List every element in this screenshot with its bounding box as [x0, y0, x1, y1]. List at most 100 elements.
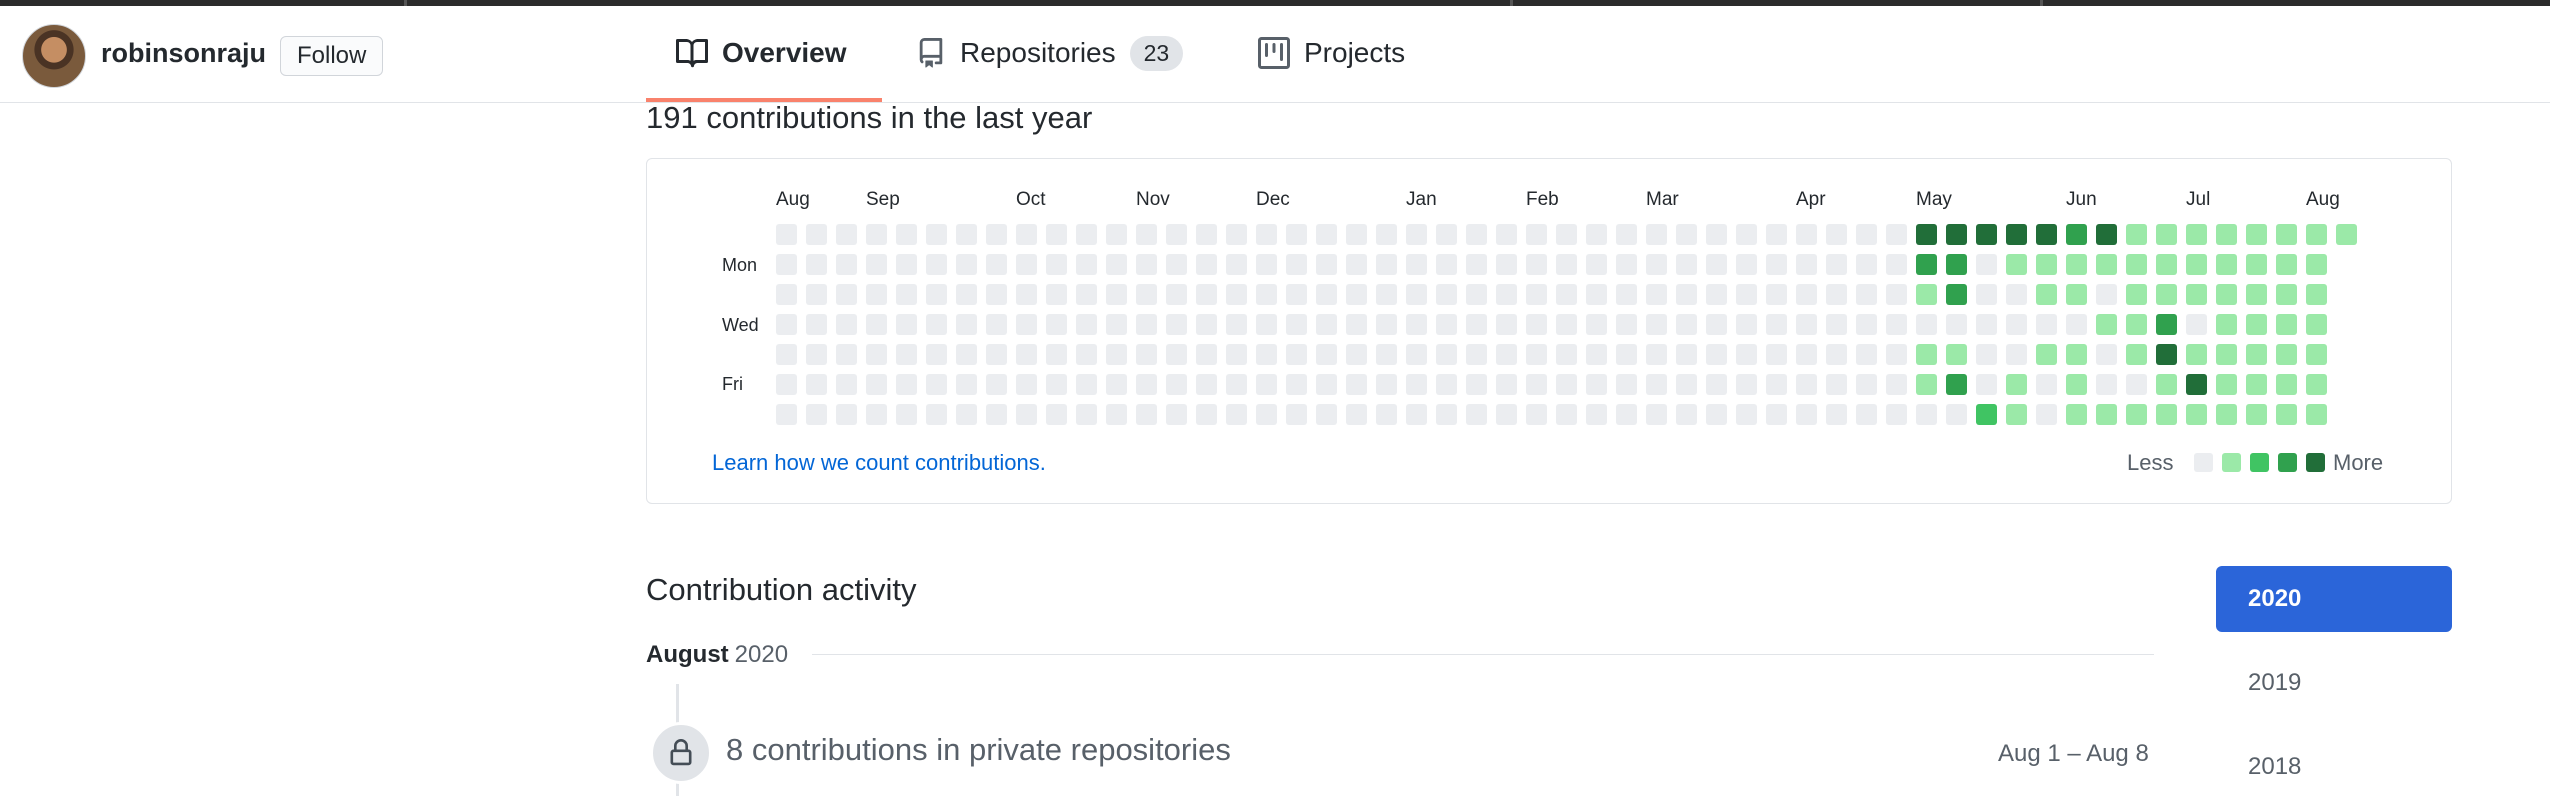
- contribution-day-cell[interactable]: [1166, 284, 1187, 305]
- contribution-day-cell[interactable]: [2186, 224, 2207, 245]
- contribution-day-cell[interactable]: [1286, 284, 1307, 305]
- contribution-day-cell[interactable]: [1496, 254, 1517, 275]
- contribution-day-cell[interactable]: [2276, 404, 2297, 425]
- contribution-day-cell[interactable]: [1826, 374, 1847, 395]
- contribution-day-cell[interactable]: [1076, 404, 1097, 425]
- contribution-day-cell[interactable]: [836, 254, 857, 275]
- contribution-day-cell[interactable]: [776, 224, 797, 245]
- contribution-day-cell[interactable]: [1016, 314, 1037, 335]
- year-button-2019[interactable]: 2019: [2216, 650, 2452, 716]
- contribution-day-cell[interactable]: [1826, 284, 1847, 305]
- contribution-day-cell[interactable]: [956, 224, 977, 245]
- contribution-day-cell[interactable]: [2126, 374, 2147, 395]
- contribution-day-cell[interactable]: [1286, 224, 1307, 245]
- contribution-day-cell[interactable]: [1676, 404, 1697, 425]
- contribution-day-cell[interactable]: [836, 314, 857, 335]
- contribution-day-cell[interactable]: [1376, 404, 1397, 425]
- contribution-day-cell[interactable]: [1736, 314, 1757, 335]
- contribution-day-cell[interactable]: [1526, 254, 1547, 275]
- contribution-day-cell[interactable]: [1586, 254, 1607, 275]
- contribution-day-cell[interactable]: [1766, 284, 1787, 305]
- contribution-day-cell[interactable]: [1376, 344, 1397, 365]
- contribution-day-cell[interactable]: [1196, 254, 1217, 275]
- contribution-day-cell[interactable]: [1196, 284, 1217, 305]
- contribution-day-cell[interactable]: [1796, 314, 1817, 335]
- contribution-day-cell[interactable]: [956, 284, 977, 305]
- contribution-day-cell[interactable]: [2006, 224, 2027, 245]
- contribution-day-cell[interactable]: [2126, 344, 2147, 365]
- contribution-day-cell[interactable]: [2036, 404, 2057, 425]
- contribution-day-cell[interactable]: [1436, 374, 1457, 395]
- contribution-day-cell[interactable]: [2006, 404, 2027, 425]
- contribution-day-cell[interactable]: [2276, 254, 2297, 275]
- contribution-day-cell[interactable]: [1136, 284, 1157, 305]
- contribution-day-cell[interactable]: [1106, 224, 1127, 245]
- contribution-day-cell[interactable]: [1406, 404, 1427, 425]
- contribution-day-cell[interactable]: [1316, 404, 1337, 425]
- contribution-day-cell[interactable]: [866, 314, 887, 335]
- contribution-day-cell[interactable]: [1676, 254, 1697, 275]
- contribution-day-cell[interactable]: [1706, 224, 1727, 245]
- contribution-day-cell[interactable]: [1586, 404, 1607, 425]
- contribution-day-cell[interactable]: [1946, 344, 1967, 365]
- contribution-day-cell[interactable]: [2246, 374, 2267, 395]
- tab-projects[interactable]: Projects: [1258, 28, 1405, 78]
- contribution-day-cell[interactable]: [1376, 224, 1397, 245]
- contribution-day-cell[interactable]: [1466, 224, 1487, 245]
- contribution-day-cell[interactable]: [836, 374, 857, 395]
- contribution-day-cell[interactable]: [1226, 404, 1247, 425]
- contribution-day-cell[interactable]: [1166, 404, 1187, 425]
- contribution-day-cell[interactable]: [1616, 254, 1637, 275]
- contribution-day-cell[interactable]: [1166, 314, 1187, 335]
- contribution-day-cell[interactable]: [1586, 284, 1607, 305]
- contribution-day-cell[interactable]: [1046, 254, 1067, 275]
- contribution-day-cell[interactable]: [1796, 284, 1817, 305]
- contribution-day-cell[interactable]: [1376, 314, 1397, 335]
- contribution-day-cell[interactable]: [1316, 374, 1337, 395]
- contribution-day-cell[interactable]: [1766, 224, 1787, 245]
- contribution-day-cell[interactable]: [1046, 224, 1067, 245]
- contribution-day-cell[interactable]: [1826, 254, 1847, 275]
- contribution-day-cell[interactable]: [1076, 254, 1097, 275]
- contribution-day-cell[interactable]: [1646, 284, 1667, 305]
- contribution-day-cell[interactable]: [1976, 344, 1997, 365]
- contribution-day-cell[interactable]: [1856, 284, 1877, 305]
- contribution-day-cell[interactable]: [2096, 404, 2117, 425]
- contribution-day-cell[interactable]: [2246, 284, 2267, 305]
- contribution-day-cell[interactable]: [2006, 344, 2027, 365]
- contribution-day-cell[interactable]: [2066, 344, 2087, 365]
- contribution-day-cell[interactable]: [1796, 404, 1817, 425]
- contribution-day-cell[interactable]: [1286, 374, 1307, 395]
- contribution-day-cell[interactable]: [1076, 374, 1097, 395]
- contribution-day-cell[interactable]: [2276, 224, 2297, 245]
- contribution-day-cell[interactable]: [1616, 314, 1637, 335]
- contribution-day-cell[interactable]: [1256, 224, 1277, 245]
- year-button-2018[interactable]: 2018: [2216, 734, 2452, 800]
- contribution-day-cell[interactable]: [776, 344, 797, 365]
- contribution-day-cell[interactable]: [1136, 344, 1157, 365]
- contribution-day-cell[interactable]: [1856, 224, 1877, 245]
- contribution-day-cell[interactable]: [896, 224, 917, 245]
- contribution-day-cell[interactable]: [1226, 224, 1247, 245]
- contribution-day-cell[interactable]: [2186, 404, 2207, 425]
- contribution-day-cell[interactable]: [1556, 284, 1577, 305]
- contribution-day-cell[interactable]: [1076, 224, 1097, 245]
- contribution-day-cell[interactable]: [2186, 254, 2207, 275]
- contribution-day-cell[interactable]: [1916, 344, 1937, 365]
- contribution-day-cell[interactable]: [986, 374, 1007, 395]
- contribution-day-cell[interactable]: [1106, 374, 1127, 395]
- contribution-day-cell[interactable]: [1466, 374, 1487, 395]
- contribution-day-cell[interactable]: [896, 284, 917, 305]
- contribution-day-cell[interactable]: [2306, 344, 2327, 365]
- contribution-day-cell[interactable]: [1526, 314, 1547, 335]
- contribution-day-cell[interactable]: [1766, 254, 1787, 275]
- contribution-day-cell[interactable]: [986, 314, 1007, 335]
- contribution-day-cell[interactable]: [2126, 314, 2147, 335]
- contribution-day-cell[interactable]: [1766, 344, 1787, 365]
- contribution-day-cell[interactable]: [2276, 314, 2297, 335]
- contribution-day-cell[interactable]: [2156, 374, 2177, 395]
- contribution-day-cell[interactable]: [1466, 404, 1487, 425]
- contribution-day-cell[interactable]: [1166, 254, 1187, 275]
- contribution-day-cell[interactable]: [1106, 314, 1127, 335]
- contribution-day-cell[interactable]: [2216, 254, 2237, 275]
